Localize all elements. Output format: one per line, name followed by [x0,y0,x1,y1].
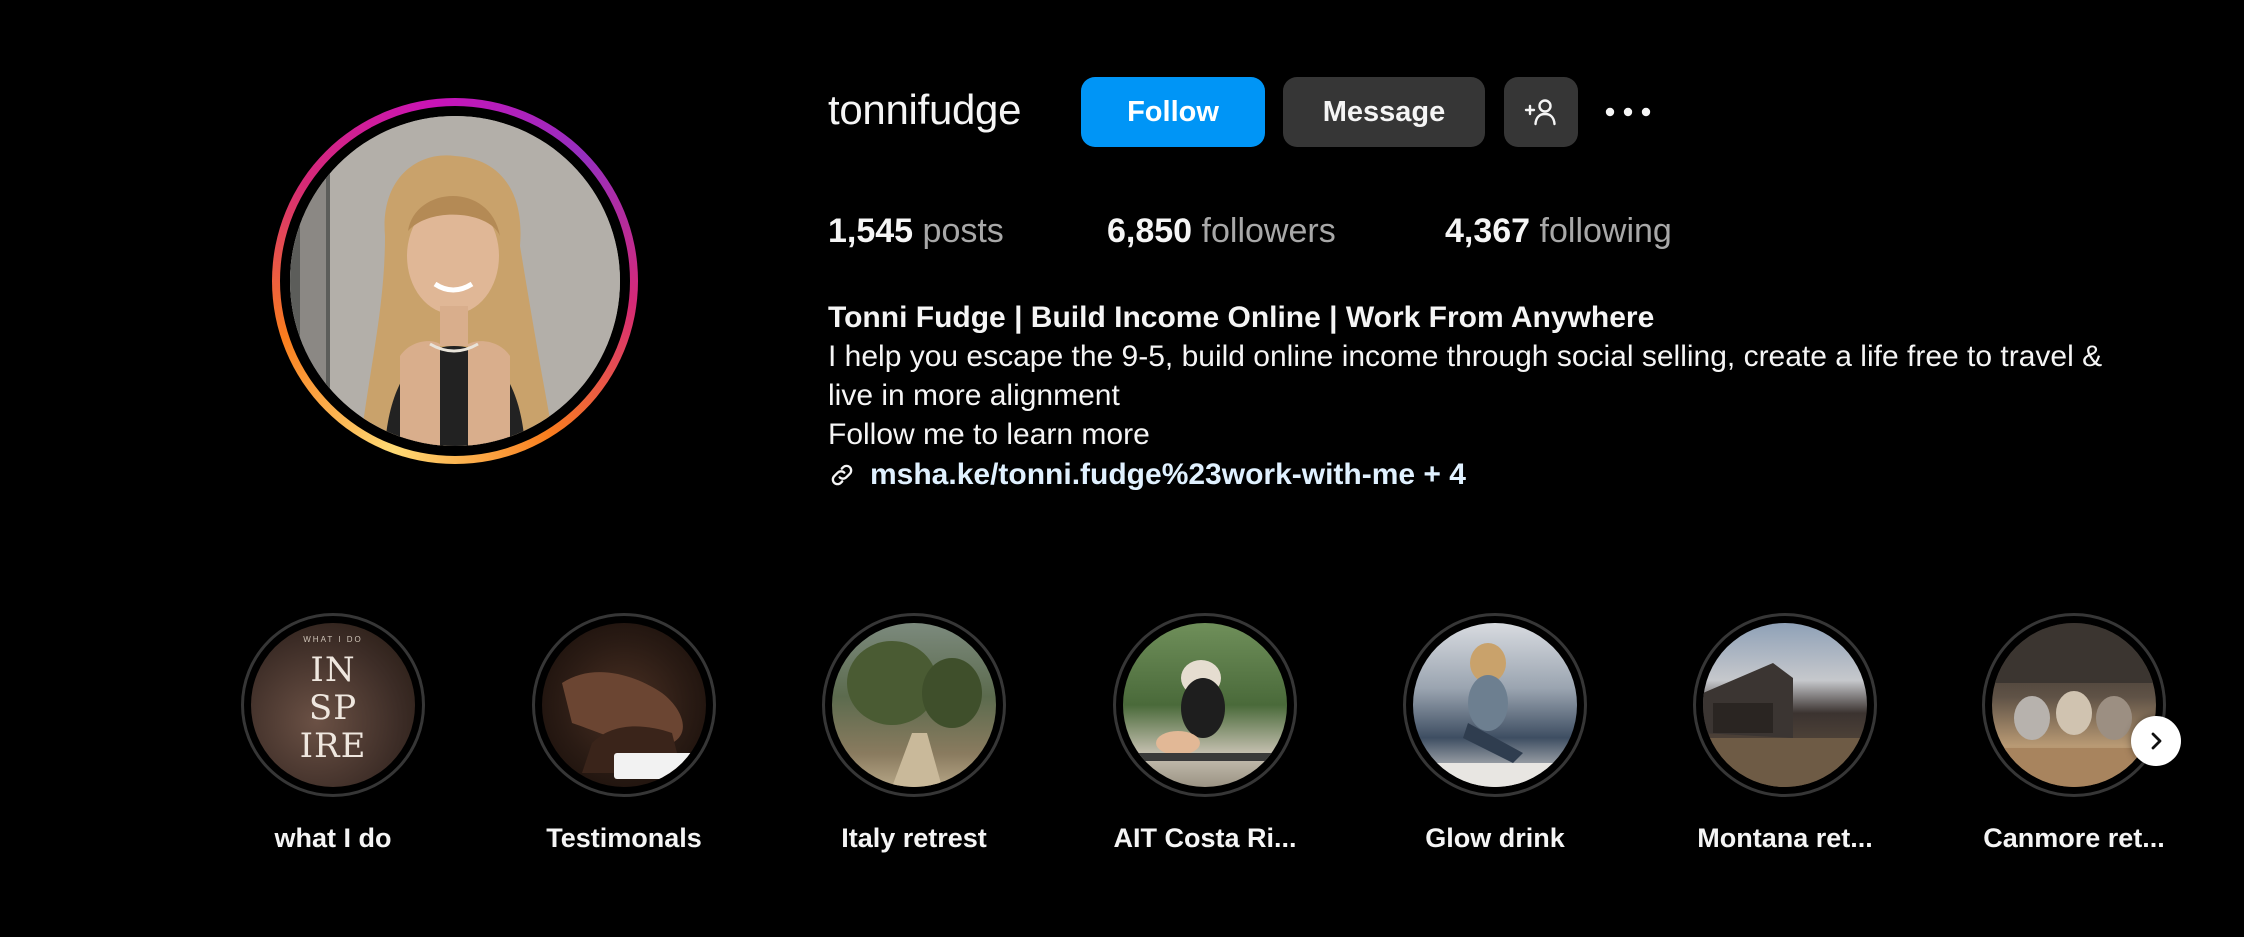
highlight-label: Glow drink [1425,823,1565,853]
highlight-cover-ring [1403,613,1587,797]
bio-line: Follow me to learn more [828,418,1150,451]
following-count: 4,367 [1445,212,1531,250]
highlight-cover-ring [1693,613,1877,797]
following-stat[interactable]: 4,367 following [1445,212,1672,251]
highlight-cover [1123,623,1287,787]
highlight-cover-photo [1992,623,2156,787]
person-add-icon [1524,99,1556,126]
highlight-cover-ring: WHAT I DO IN SP IRE [241,613,425,797]
highlight-cover-ring [532,613,716,797]
avatar[interactable] [290,116,620,446]
highlight-cover-photo [1123,660,1287,761]
story-highlight[interactable]: AIT Costa Ri... [1060,613,1350,854]
highlight-label: Montana ret... [1697,823,1873,853]
following-label: following [1539,212,1672,250]
follow-button[interactable]: Follow [1081,77,1265,147]
posts-label: posts [922,212,1004,250]
followers-stat[interactable]: 6,850 followers [1107,212,1336,251]
highlight-cover [832,623,996,787]
highlight-label: what I do [274,823,392,853]
posts-stat: 1,545 posts [828,212,1004,251]
highlight-cover-ring [822,613,1006,797]
posts-count: 1,545 [828,212,914,250]
highlight-cover-card [614,753,702,779]
bio-link-text: msha.ke/tonni.fudge%23work-with-me + 4 [870,458,1466,491]
story-highlight[interactable]: Glow drink [1350,613,1640,854]
highlight-cover-photo [847,641,982,787]
profile-full-name: Tonni Fudge | Build Income Online | Work… [828,301,1655,334]
highlight-cover [542,623,706,787]
follow-button-label: Follow [1127,95,1219,128]
highlight-cover-photo [1703,663,1867,787]
highlight-cover [1992,623,2156,787]
bio-external-link[interactable]: msha.ke/tonni.fudge%23work-with-me + 4 [828,458,1466,492]
highlight-label: Canmore ret... [1983,823,2165,853]
story-highlight[interactable]: Italy retrest [769,613,1059,854]
story-highlight[interactable]: Testimonals [479,613,769,854]
followers-count: 6,850 [1107,212,1193,250]
highlight-label: Testimonals [546,823,702,853]
more-options-button[interactable] [1600,92,1656,132]
bio-line: I help you escape the 9-5, build online … [828,340,2103,373]
profile-username: tonnifudge [828,86,1022,133]
story-highlight[interactable]: Montana ret... [1640,613,1930,854]
highlight-label: Italy retrest [841,823,987,853]
highlight-cover-caption: WHAT I DO [303,635,363,644]
highlight-cover [1413,623,1577,787]
link-icon [828,461,856,489]
highlight-cover-photo [1413,643,1577,787]
highlight-cover-ring [1982,613,2166,797]
highlight-cover-ring [1113,613,1297,797]
story-highlight[interactable]: WHAT I DO IN SP IRE what I do [188,613,478,854]
bio-line: live in more alignment [828,379,1120,412]
avatar-photo-illustration [290,116,620,446]
suggested-users-button[interactable] [1504,77,1578,147]
profile-avatar-story-ring[interactable] [272,98,638,464]
cover-text-line: IN [310,650,356,690]
profile-bio: Tonni Fudge | Build Income Online | Work… [828,298,2208,454]
highlight-cover: WHAT I DO IN SP IRE [251,623,415,787]
highlight-cover-text: IN SP IRE [251,651,415,765]
highlights-next-button[interactable] [2131,716,2181,766]
cover-text-line: SP [308,688,358,728]
followers-label: followers [1201,212,1336,250]
cover-text-line: IRE [299,726,367,766]
message-button-label: Message [1322,95,1446,128]
message-button[interactable]: Message [1283,77,1485,147]
highlight-label: AIT Costa Ri... [1113,823,1297,853]
highlight-cover [1703,623,1867,787]
chevron-right-icon [2151,732,2162,750]
more-horizontal-icon [1605,107,1651,117]
